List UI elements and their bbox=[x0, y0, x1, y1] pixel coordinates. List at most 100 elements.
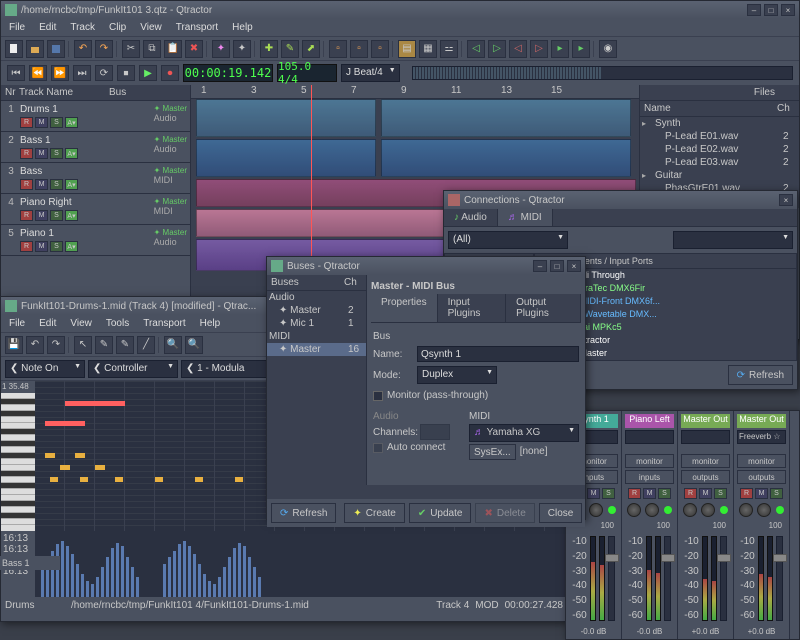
tempo-display[interactable]: 105.0 4/4 bbox=[277, 64, 337, 82]
tab-output-plugins[interactable]: Output Plugins bbox=[506, 294, 581, 322]
mute-btn[interactable]: M bbox=[35, 210, 48, 221]
pm-edit[interactable]: Edit bbox=[33, 316, 62, 331]
ruler[interactable]: 13579111315 bbox=[191, 85, 639, 99]
menu-edit[interactable]: Edit bbox=[33, 20, 62, 35]
bus-item[interactable]: ✦ Master16 bbox=[267, 343, 366, 356]
pm-view[interactable]: View bbox=[64, 316, 98, 331]
note[interactable] bbox=[235, 477, 243, 482]
pm-help[interactable]: Help bbox=[194, 316, 227, 331]
conn-titlebar[interactable]: Connections - Qtractor × bbox=[444, 191, 797, 209]
tool-b[interactable]: ✎ bbox=[281, 40, 299, 58]
piano-keys[interactable]: 1 35.48 bbox=[1, 381, 35, 531]
pm-transport[interactable]: Transport bbox=[137, 316, 191, 331]
play-button[interactable]: ▶ bbox=[139, 65, 157, 81]
mute-btn[interactable]: M bbox=[35, 241, 48, 252]
buses-refresh[interactable]: ⟳Refresh bbox=[271, 503, 336, 523]
menu-track[interactable]: Track bbox=[64, 20, 101, 35]
rec-btn[interactable]: R bbox=[20, 117, 33, 128]
solo-btn[interactable]: S bbox=[50, 179, 63, 190]
view-files[interactable]: ▤ bbox=[398, 40, 416, 58]
stop-button[interactable]: ⏹ bbox=[117, 65, 135, 81]
undo-button[interactable]: ↶ bbox=[74, 40, 92, 58]
pt-zoomout[interactable]: 🔍 bbox=[185, 336, 203, 354]
pan-knob[interactable] bbox=[757, 503, 771, 517]
file-item[interactable]: P-Lead E01.wav2 bbox=[640, 130, 799, 143]
note[interactable] bbox=[75, 453, 85, 458]
volume-fader[interactable] bbox=[776, 536, 783, 621]
monitor-btn[interactable]: monitor bbox=[625, 454, 674, 468]
buses-titlebar[interactable]: Buses - Qtractor – □ × bbox=[267, 257, 585, 275]
fwd-button[interactable]: ⏩ bbox=[51, 65, 69, 81]
tab-properties[interactable]: Properties bbox=[371, 294, 438, 322]
tab-audio[interactable]: ♪ Audio bbox=[444, 209, 498, 226]
clip-tool-a[interactable]: ▫ bbox=[329, 40, 347, 58]
buses-max[interactable]: □ bbox=[550, 260, 564, 272]
name-input[interactable] bbox=[417, 346, 579, 362]
piano-key[interactable] bbox=[1, 519, 35, 525]
loop-b[interactable]: ▷ bbox=[488, 40, 506, 58]
rec-btn[interactable]: R bbox=[20, 241, 33, 252]
strip-mute[interactable]: M bbox=[643, 488, 656, 499]
snap-dropdown[interactable]: J Beat/4 bbox=[341, 64, 400, 82]
redo-button[interactable]: ↷ bbox=[95, 40, 113, 58]
pt-redo[interactable]: ↷ bbox=[47, 336, 65, 354]
bus-item[interactable]: MIDI bbox=[267, 330, 366, 343]
solo-btn[interactable]: S bbox=[50, 210, 63, 221]
loop-d[interactable]: ▷ bbox=[530, 40, 548, 58]
volume-fader[interactable] bbox=[608, 536, 615, 621]
sysex-button[interactable]: SysEx... bbox=[469, 444, 516, 460]
overview-strip[interactable] bbox=[412, 66, 793, 80]
files-col-name[interactable]: Name bbox=[644, 103, 777, 114]
bus-item[interactable]: ✦ Master2 bbox=[267, 304, 366, 317]
mute-btn[interactable]: M bbox=[35, 148, 48, 159]
clip-tool-c[interactable]: ▫ bbox=[371, 40, 389, 58]
col-nr[interactable]: Nr bbox=[5, 87, 19, 98]
tab-input-plugins[interactable]: Input Plugins bbox=[438, 294, 507, 322]
loop-button[interactable]: ⟳ bbox=[95, 65, 113, 81]
strip-mute[interactable]: M bbox=[699, 488, 712, 499]
minimize-button[interactable]: – bbox=[747, 4, 761, 16]
track-row[interactable]: 2 Bass 1 RMSA▾ ✦ MasterAudio bbox=[1, 132, 190, 163]
bus-item[interactable]: ✦ Mic 11 bbox=[267, 317, 366, 330]
maximize-button[interactable]: □ bbox=[764, 4, 778, 16]
tool-a[interactable]: ✚ bbox=[260, 40, 278, 58]
col-name[interactable]: Track Name bbox=[19, 87, 109, 98]
noteon-dropdown[interactable]: ❮ Note On bbox=[5, 360, 85, 378]
buses-min[interactable]: – bbox=[533, 260, 547, 272]
conn-close[interactable]: × bbox=[779, 194, 793, 206]
loop-a[interactable]: ◁ bbox=[467, 40, 485, 58]
fx-slot[interactable]: Freeverb ☆ bbox=[737, 430, 786, 444]
pt-undo[interactable]: ↶ bbox=[26, 336, 44, 354]
file-item[interactable]: ▸Guitar bbox=[640, 169, 799, 182]
pt-zoom[interactable]: 🔍 bbox=[164, 336, 182, 354]
conn-refresh-button[interactable]: ⟳Refresh bbox=[728, 365, 793, 385]
fx-slot[interactable] bbox=[625, 430, 674, 444]
punch-a[interactable]: ▸ bbox=[551, 40, 569, 58]
cut-button[interactable]: ✂ bbox=[122, 40, 140, 58]
open-button[interactable] bbox=[26, 40, 44, 58]
pm-file[interactable]: File bbox=[3, 316, 31, 331]
rec-btn[interactable]: R bbox=[20, 210, 33, 221]
col-bus[interactable]: Bus bbox=[109, 87, 126, 98]
monitor-checkbox[interactable] bbox=[373, 391, 383, 401]
buses-delete[interactable]: ✖Delete bbox=[475, 503, 534, 523]
punch-b[interactable]: ▸ bbox=[572, 40, 590, 58]
instrument-dropdown[interactable]: ♬ Yamaha XG bbox=[469, 424, 579, 442]
clip[interactable] bbox=[196, 139, 376, 177]
rec-btn[interactable]: R bbox=[20, 179, 33, 190]
velocity-pane[interactable]: 16:1316:1316:1316:13 bbox=[1, 531, 567, 597]
record-button[interactable]: ⏺ bbox=[161, 65, 179, 81]
strip-mute[interactable]: M bbox=[587, 488, 600, 499]
strip-name[interactable]: Master Out bbox=[681, 414, 730, 428]
buses-col2[interactable]: Ch bbox=[344, 277, 362, 288]
view-mixer[interactable]: ▦ bbox=[419, 40, 437, 58]
solo-btn[interactable]: S bbox=[50, 148, 63, 159]
track-row[interactable]: 3 Bass RMSA▾ ✦ MasterMIDI bbox=[1, 163, 190, 194]
monitor-btn[interactable]: monitor bbox=[737, 454, 786, 468]
buses-close-btn[interactable]: Close bbox=[539, 503, 583, 523]
conn-filter[interactable]: (All) bbox=[448, 231, 568, 249]
strip-solo[interactable]: S bbox=[770, 488, 783, 499]
strip-rec[interactable]: R bbox=[740, 488, 753, 499]
auto-btn[interactable]: A▾ bbox=[65, 117, 78, 128]
strip-solo[interactable]: S bbox=[714, 488, 727, 499]
